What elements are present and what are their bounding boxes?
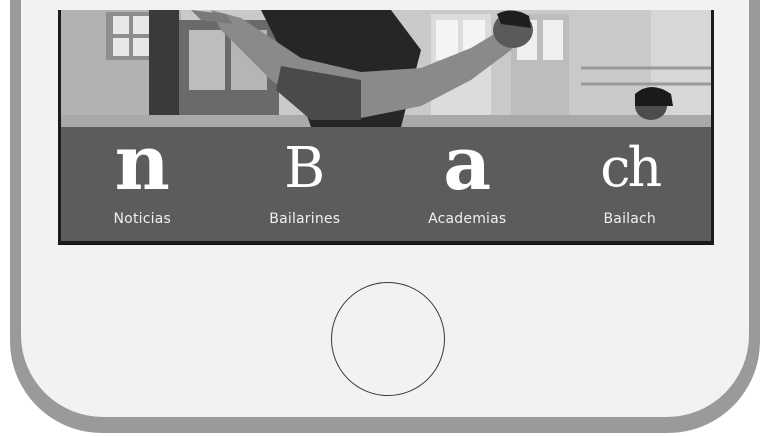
home-button[interactable] [331,282,445,396]
nav-label-academias: Academias [428,211,507,227]
bailarines-b-icon: B [284,136,326,201]
nav-label-noticias: Noticias [113,211,171,227]
bottom-navigation-bar: n Noticias B Bailarines a Academias ch B… [61,118,712,241]
nav-item-bailach[interactable]: ch Bailach [549,127,712,241]
nav-label-bailarines: Bailarines [269,211,341,227]
academias-a-icon: a [443,121,492,207]
nav-label-bailach: Bailach [603,211,656,227]
nav-item-bailarines[interactable]: B Bailarines [224,127,387,241]
hero-photo [61,10,711,127]
app-screen: n Noticias B Bailarines a Academias ch B… [58,10,714,245]
bailach-ch-icon: ch [600,136,662,199]
nav-item-noticias[interactable]: n Noticias [61,118,224,241]
nav-item-academias[interactable]: a Academias [386,127,549,241]
phone-mockup: n Noticias B Bailarines a Academias ch B… [0,0,770,436]
dancers-photo-illustration [61,10,711,127]
noticias-n-icon: n [114,118,170,207]
